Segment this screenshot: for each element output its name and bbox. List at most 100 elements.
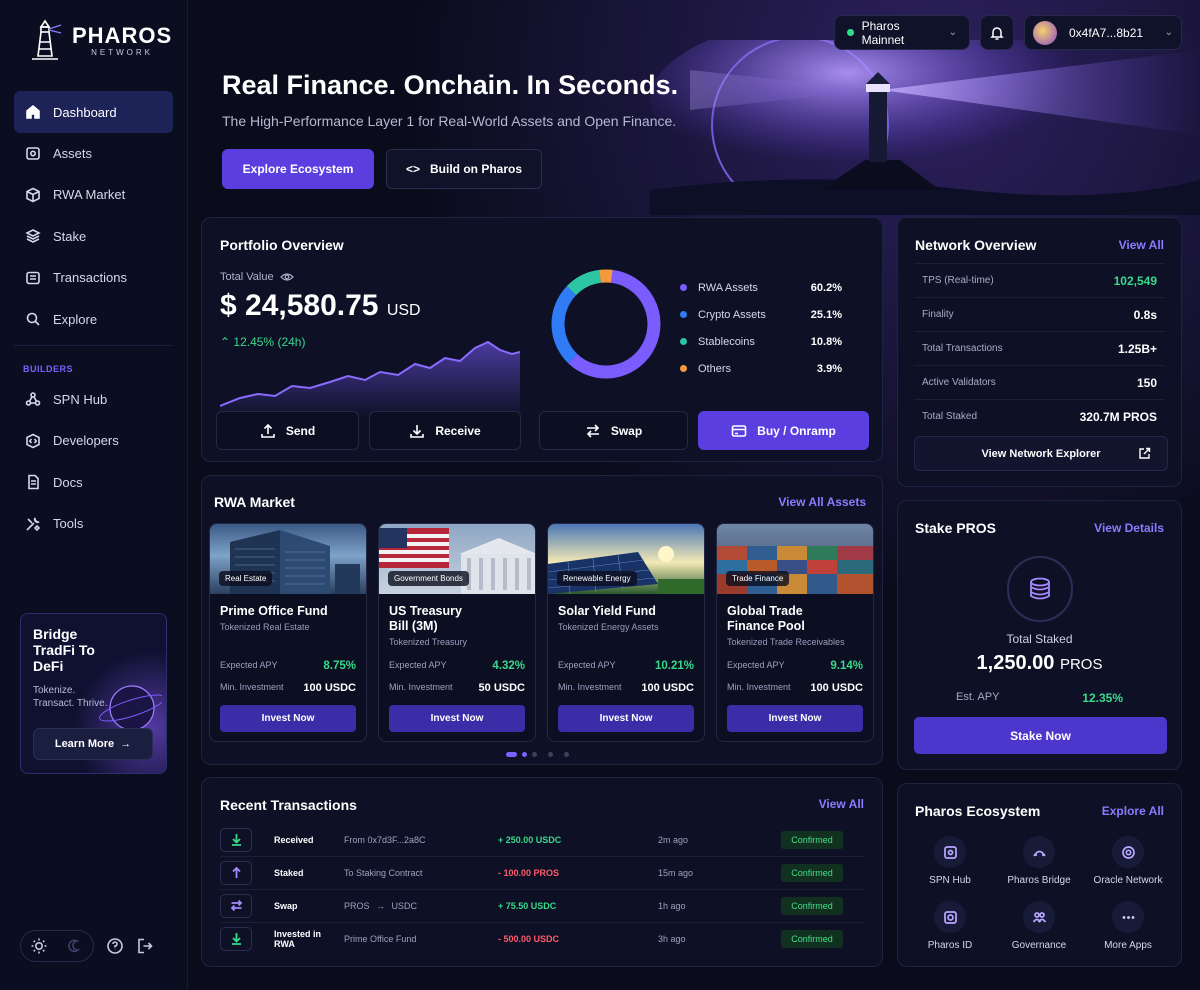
eco-app-governance[interactable]: Governance [994,901,1084,951]
sidebar-item-tools[interactable]: Tools [14,503,173,545]
layers-icon [25,229,41,244]
donut-slice-rwa-assets[interactable] [568,269,661,379]
build-on-pharos-button[interactable]: <> Build on Pharos [386,149,542,189]
eco-app-label: Governance [1011,940,1067,951]
table-row[interactable]: Received From 0x7d3F...2a8C + 250.00 USD… [220,823,864,856]
est-apy-label: Est. APY [956,691,1000,703]
row-value: 1.25B+ [1117,341,1157,356]
sidebar-item-stake[interactable]: Stake [14,215,173,257]
asset-card-global-trade[interactable]: Trade Finance Global Trade Finance Pool … [716,523,874,742]
help-icon[interactable] [106,937,124,955]
carousel-dot-active[interactable] [506,752,517,757]
table-row[interactable]: Swap PROS → USDC + 75.50 USDC 1h ago Con… [220,889,864,922]
est-apy-value: 12.35% [1082,691,1123,705]
sidebar-item-assets[interactable]: Assets [14,132,173,174]
table-row[interactable]: Invested in RWA Prime Office Fund - 500.… [220,922,864,955]
tx-detail-to: USDC [391,900,418,911]
network-overview-card: Network Overview View All TPS (Real-time… [897,217,1182,487]
explore-all-link[interactable]: Explore All [1102,804,1164,818]
asset-card-us-treasury[interactable]: Government Bonds US Treasury Bill (3M) T… [378,523,536,742]
network-selector[interactable]: Pharos Mainnet ⌄ [834,15,970,50]
explore-ecosystem-button[interactable]: Explore Ecosystem [222,149,374,189]
sidebar-item-transactions[interactable]: Transactions [14,257,173,299]
sidebar-item-docs[interactable]: Docs [14,461,173,503]
receive-button[interactable]: Receive [369,411,521,450]
transactions-view-all-link[interactable]: View All [819,797,864,811]
invest-now-button[interactable]: Invest Now [389,705,525,732]
sidebar-item-label: Assets [53,145,93,161]
stake-now-button[interactable]: Stake Now [914,717,1167,754]
builders-section-label: BUILDERS [23,364,74,375]
eco-app-more-apps[interactable]: More Apps [1083,901,1173,951]
swap-button[interactable]: Swap [539,411,688,450]
est-apy-row: Est. APY 12.35% [956,691,1123,705]
download-icon [410,424,425,438]
recent-transactions-card: Recent Transactions View All Received Fr… [201,777,883,967]
brand-logo[interactable]: PHAROS NETWORK [28,18,172,62]
bell-icon [990,26,1004,40]
governance-icon [1023,901,1055,933]
asset-name: Global Trade Finance Pool [727,604,805,633]
logout-icon[interactable] [136,937,154,955]
tx-detail: PROS → USDC [344,901,498,911]
asset-card-prime-office[interactable]: Real Estate Prime Office Fund Tokenized … [209,523,367,742]
hero-title: Real Finance. Onchain. In Seconds. [222,70,679,100]
asset-min-row: Min. Investment 100 USDC [220,682,356,694]
send-button[interactable]: Send [216,411,359,450]
view-network-explorer-button[interactable]: View Network Explorer [914,436,1168,471]
sidebar-item-explore[interactable]: Explore [14,298,173,340]
carousel-dot[interactable] [522,752,527,757]
asset-name: US Treasury Bill (3M) [389,604,462,633]
total-value-label: Total Value [220,271,294,283]
eye-icon[interactable] [279,272,294,282]
wallet-button[interactable]: 0x4fA7...8b21 ⌄ [1024,15,1182,50]
learn-more-button[interactable]: Learn More → [33,728,153,760]
tx-type: Received [274,834,314,845]
min-value: 100 USDC [641,682,694,694]
share-icon [25,392,41,407]
rwa-market-card: RWA Market View All Assets Real Estate P… [201,475,883,765]
notifications-button[interactable] [980,15,1014,50]
carousel-dot[interactable] [564,752,569,757]
donut-slice-stablecoins[interactable] [566,269,602,296]
invest-now-button[interactable]: Invest Now [558,705,694,732]
sidebar-item-label: Developers [53,433,119,449]
buy-onramp-button[interactable]: Buy / Onramp [698,411,869,450]
network-row-transactions: Total Transactions 1.25B+ [914,331,1165,365]
eco-app-oracle-network[interactable]: Oracle Network [1083,836,1173,886]
more-dots-icon [1112,901,1144,933]
code-brackets-icon: <> [405,162,420,176]
sidebar-item-dashboard[interactable]: Dashboard [14,91,173,133]
bridge-icon [1023,836,1055,868]
pharos-ecosystem-card: Pharos Ecosystem Explore All SPN Hub Pha… [897,783,1182,967]
asset-name: Prime Office Fund [220,604,328,618]
network-view-all-link[interactable]: View All [1119,238,1164,252]
view-details-link[interactable]: View Details [1094,521,1164,535]
total-value-currency: USD [386,302,421,319]
asset-min-row: Min. Investment 50 USDC [389,682,525,694]
eco-app-pharos-bridge[interactable]: Pharos Bridge [994,836,1084,886]
arrow-down-icon [220,827,252,852]
donut-slice-crypto-assets[interactable] [551,286,578,364]
buy-onramp-label: Buy / Onramp [757,423,836,438]
government-bonds-image: Government Bonds [379,524,535,594]
view-all-assets-link[interactable]: View All Assets [778,495,866,509]
table-row[interactable]: Staked To Staking Contract - 100.00 PROS… [220,856,864,889]
carousel-dot[interactable] [532,752,537,757]
carousel-dot[interactable] [548,752,553,757]
theme-toggle[interactable] [20,930,94,962]
lighthouse-logo-icon [32,19,62,60]
sidebar-item-rwa-market[interactable]: RWA Market [14,174,173,216]
sidebar-item-spn-hub[interactable]: SPN Hub [14,378,173,420]
asset-subtitle: Tokenized Energy Assets [558,622,659,632]
asset-category-tag: Trade Finance [726,571,790,586]
invest-now-button[interactable]: Invest Now [220,705,356,732]
wallet-address: 0x4fA7...8b21 [1069,25,1144,40]
invest-now-button[interactable]: Invest Now [727,705,863,732]
asset-card-solar-yield[interactable]: Renewable Energy Solar Yield Fund Tokeni… [547,523,705,742]
eco-app-pharos-id[interactable]: Pharos ID [905,901,995,951]
eco-app-spn-hub[interactable]: SPN Hub [905,836,995,886]
legend-row-rwa: RWA Assets 60.2% [680,274,842,301]
sidebar-item-developers[interactable]: Developers [14,420,173,462]
legend-value: 10.8% [810,335,842,348]
